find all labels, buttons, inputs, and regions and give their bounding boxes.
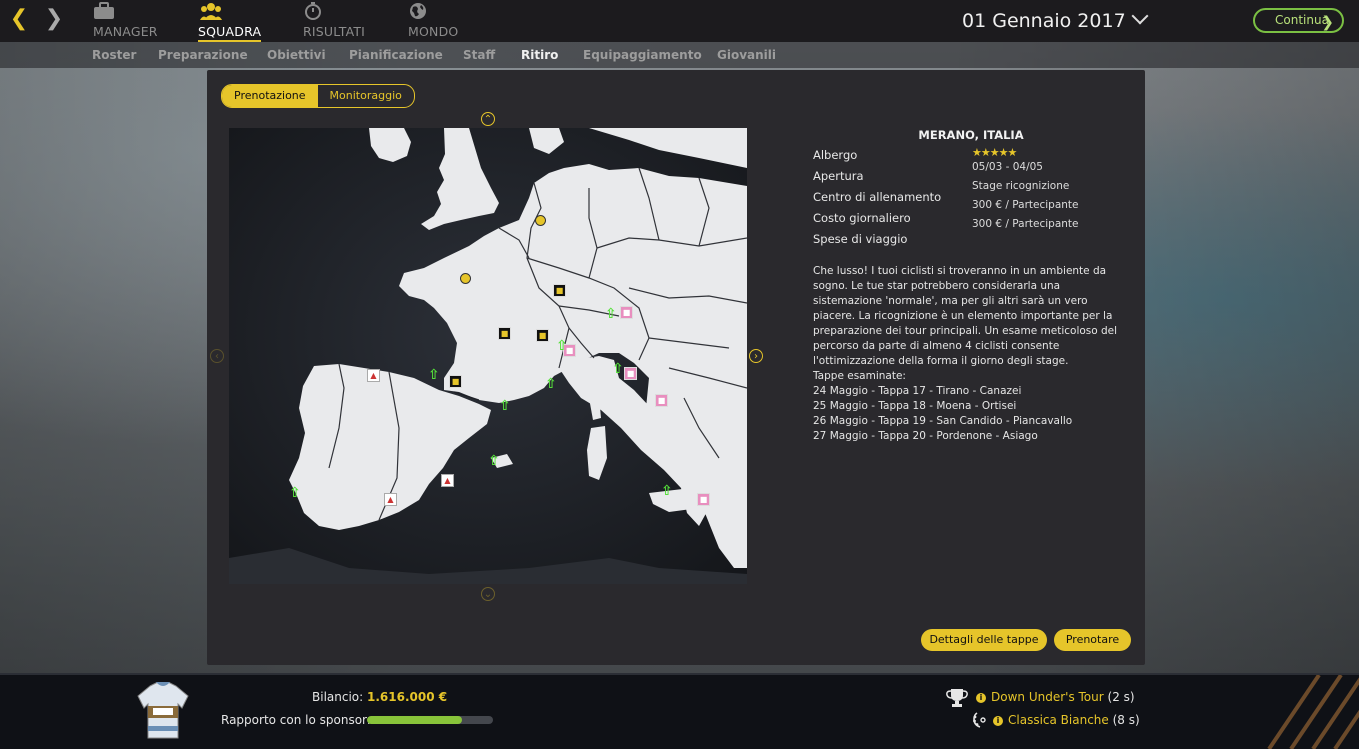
map-scroll-up-icon[interactable]: ⌃ (481, 112, 495, 126)
stage-details-button[interactable]: Dettagli delle tappe (921, 629, 1047, 651)
label-costo-giornaliero: Costo giornaliero (813, 211, 911, 225)
subnav-ritiro[interactable]: Ritiro (521, 48, 558, 62)
label-spese-viaggio: Spese di viaggio (813, 232, 908, 246)
map-marker-arrow-up-icon[interactable]: ⇧ (428, 368, 440, 382)
hotel-stars: ★★★★★ (972, 146, 1017, 159)
nav-manager[interactable]: MANAGER (93, 2, 158, 40)
panel-tabs: Prenotazione Monitoraggio (221, 84, 415, 108)
stage-item: 27 Maggio - Tappa 20 - Pordenone - Asiag… (813, 430, 1038, 442)
label-centro-allenamento: Centro di allenamento (813, 190, 942, 204)
map-marker-camp[interactable]: ■ (498, 327, 511, 340)
back-arrow-icon[interactable]: ❮ (8, 8, 30, 30)
subnav-staff[interactable]: Staff (463, 48, 495, 62)
subnav-preparazione[interactable]: Preparazione (158, 48, 248, 62)
map-marker-vuelta[interactable]: ▲ (367, 369, 380, 382)
team-jersey-icon (137, 682, 189, 739)
team-icon (200, 3, 222, 20)
race-name: Classica Bianche (1008, 713, 1109, 727)
subnav-roster[interactable]: Roster (92, 48, 136, 62)
chevron-right-icon: ❯ (1321, 13, 1334, 31)
value-apertura: 05/03 - 04/05 (972, 161, 1043, 173)
map-marker-camp[interactable]: ■ (449, 375, 462, 388)
balance-label: Bilancio: (312, 690, 364, 704)
europe-map[interactable] (229, 128, 747, 584)
map-marker-yellow[interactable] (535, 215, 546, 226)
value-costo-giornaliero: 300 € / Partecipante (972, 199, 1079, 211)
label-apertura: Apertura (813, 169, 864, 183)
sponsor-relationship-fill (367, 716, 462, 724)
value-spese-viaggio: 300 € / Partecipante (972, 218, 1079, 230)
stage-item: 24 Maggio - Tappa 17 - Tirano - Canazei (813, 385, 1022, 397)
subnav-obiettivi[interactable]: Obiettivi (267, 48, 326, 62)
description-text: Che lusso! I tuoi ciclisti si troveranno… (813, 265, 1118, 367)
sponsor-label: Rapporto con lo sponsor: (221, 713, 371, 727)
map-marker-camp[interactable]: ■ (536, 329, 549, 342)
book-button[interactable]: Prenotare (1054, 629, 1131, 651)
map-scroll-right-icon[interactable]: › (749, 349, 763, 363)
continue-button[interactable]: Continua ❯ (1253, 8, 1344, 33)
map-marker-arrow-up-icon[interactable]: ⇧ (661, 484, 673, 498)
subnav-pianificazione[interactable]: Pianificazione (349, 48, 443, 62)
chevron-down-icon (1131, 7, 1149, 25)
map-marker-vuelta[interactable]: ▲ (441, 474, 454, 487)
map-marker-giro[interactable]: ■ (620, 306, 633, 319)
info-icon: i (976, 693, 986, 703)
map-marker-arrow-up-icon[interactable]: ⇧ (488, 454, 500, 468)
nav-squadra-label: SQUADRA (198, 24, 262, 42)
info-icon: i (993, 716, 1003, 726)
map-scroll-down-icon[interactable]: ⌄ (481, 587, 495, 601)
stage-item: 25 Maggio - Tappa 18 - Moena - Ortisei (813, 400, 1017, 412)
map-marker-arrow-up-icon[interactable]: ⇧ (289, 486, 301, 500)
map-marker-arrow-up-icon[interactable]: ⇧ (545, 377, 557, 391)
tab-prenotazione[interactable]: Prenotazione (222, 85, 318, 107)
stage-item: 26 Maggio - Tappa 19 - San Candido - Pia… (813, 415, 1073, 427)
label-albergo: Albergo (813, 148, 858, 162)
subnav-equipaggiamento[interactable]: Equipaggiamento (583, 48, 702, 62)
nav-squadra[interactable]: SQUADRA (198, 2, 262, 42)
decorative-stripes (1229, 675, 1359, 749)
race-countdown: (2 s) (1107, 690, 1135, 704)
map-marker-arrow-up-icon[interactable]: ⇧ (605, 307, 617, 321)
map-marker-arrow-up-icon[interactable]: ⇧ (612, 362, 624, 376)
map-marker-arrow-up-icon[interactable]: ⇧ (556, 339, 568, 353)
map-svg (229, 128, 747, 584)
bottom-bar (0, 673, 1359, 749)
nav-mondo[interactable]: MONDO (408, 2, 458, 40)
nav-manager-label: MANAGER (93, 24, 158, 39)
map-marker-giro[interactable]: ■ (697, 493, 710, 506)
date-selector[interactable]: 01 Gennaio 2017 (962, 7, 1149, 32)
balance-value: 1.616.000 € (367, 690, 448, 704)
nav-risultati[interactable]: RISULTATI (303, 2, 365, 40)
tab-monitoraggio[interactable]: Monitoraggio (318, 85, 414, 107)
race-countdown: (8 s) (1112, 713, 1140, 727)
nav-mondo-label: MONDO (408, 24, 459, 39)
globe-icon (410, 3, 426, 19)
map-marker-yellow[interactable] (460, 273, 471, 284)
map-scroll-left-icon[interactable]: ‹ (210, 349, 224, 363)
value-centro-allenamento: Stage ricognizione (972, 180, 1070, 192)
nav-risultati-label: RISULTATI (303, 24, 366, 39)
subnav-giovanili[interactable]: Giovanili (717, 48, 776, 62)
camp-description: Che lusso! I tuoi ciclisti si troveranno… (813, 264, 1125, 444)
top-bar: ❮ ❯ MANAGER SQUADRA RISULTATI MONDO 01 G… (0, 0, 1359, 42)
map-marker-camp[interactable]: ■ (553, 284, 566, 297)
briefcase-icon (94, 2, 114, 19)
map-marker-giro[interactable]: ■ (655, 394, 668, 407)
current-date: 01 Gennaio 2017 (962, 10, 1126, 32)
race-item[interactable]: i Classica Bianche (8 s) (993, 713, 1140, 727)
laurel-icon (973, 712, 986, 728)
race-item[interactable]: i Down Under's Tour (2 s) (976, 690, 1135, 704)
forward-arrow-icon[interactable]: ❯ (43, 8, 65, 30)
stages-title: Tappe esaminate: (813, 370, 906, 382)
map-marker-giro[interactable]: ■ (624, 367, 637, 380)
camp-location-title: MERANO, ITALIA (918, 128, 1024, 142)
map-marker-arrow-up-icon[interactable]: ⇧ (499, 399, 511, 413)
sponsor-relationship-bar (367, 716, 493, 724)
map-marker-vuelta[interactable]: ▲ (384, 493, 397, 506)
stopwatch-icon (305, 2, 321, 20)
race-name: Down Under's Tour (991, 690, 1104, 704)
trophy-icon (946, 689, 968, 707)
